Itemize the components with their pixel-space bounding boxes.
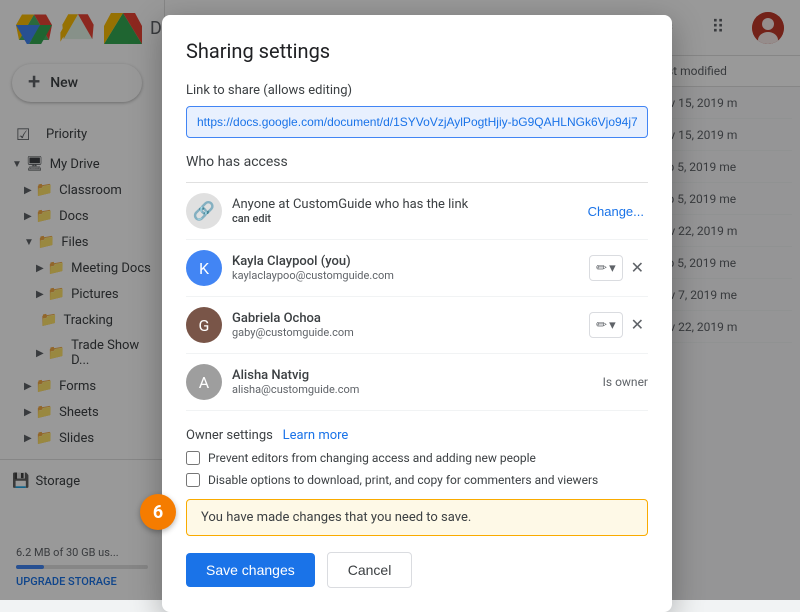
disable-download-label: Disable options to download, print, and …: [208, 473, 598, 487]
gabriela-actions: ✏ ▾ ✕: [589, 311, 648, 339]
gabriela-edit-button[interactable]: ✏ ▾: [589, 312, 622, 338]
checkbox-prevent-editors[interactable]: Prevent editors from changing access and…: [186, 451, 648, 465]
alisha-info: Alisha Natvig alisha@customguide.com: [232, 368, 593, 396]
learn-more-link[interactable]: Learn more: [283, 428, 349, 443]
access-list: 🔗 Anyone at CustomGuide who has the link…: [186, 182, 648, 412]
anyone-link-row: 🔗 Anyone at CustomGuide who has the link…: [186, 183, 648, 240]
user-row-alisha: A Alisha Natvig alisha@customguide.com I…: [186, 354, 648, 411]
pencil-icon: ✏: [596, 260, 607, 276]
change-access-button[interactable]: Change...: [584, 200, 648, 223]
dropdown-arrow: ▾: [609, 260, 616, 276]
cancel-button[interactable]: Cancel: [327, 552, 413, 588]
pencil-icon: ✏: [596, 317, 607, 333]
owner-badge: Is owner: [603, 375, 648, 389]
user-row-gabriela: G Gabriela Ochoa gaby@customguide.com ✏ …: [186, 297, 648, 354]
anyone-name: Anyone at CustomGuide who has the link: [232, 197, 584, 212]
link-label: Link to share (allows editing): [186, 83, 648, 98]
kayla-actions: ✏ ▾ ✕: [589, 254, 648, 282]
owner-settings: Owner settings Learn more: [186, 428, 648, 443]
sharing-settings-modal: Sharing settings Link to share (allows e…: [162, 15, 672, 612]
warning-text: You have made changes that you need to s…: [201, 510, 471, 525]
alisha-avatar: A: [186, 364, 222, 400]
kayla-remove-button[interactable]: ✕: [627, 254, 648, 282]
kayla-avatar: K: [186, 250, 222, 286]
link-icon: 🔗: [186, 193, 222, 229]
save-changes-button[interactable]: Save changes: [186, 553, 315, 587]
dropdown-arrow: ▾: [609, 317, 616, 333]
modal-footer: Save changes Cancel: [186, 552, 648, 588]
gabriela-name: Gabriela Ochoa: [232, 311, 579, 326]
kayla-edit-button[interactable]: ✏ ▾: [589, 255, 622, 281]
modal-title: Sharing settings: [186, 39, 648, 63]
gabriela-remove-button[interactable]: ✕: [627, 311, 648, 339]
kayla-email: kaylaclaypoo@customguide.com: [232, 269, 579, 282]
warning-banner: You have made changes that you need to s…: [186, 499, 648, 536]
kayla-name: Kayla Claypool (you): [232, 254, 579, 269]
alisha-name: Alisha Natvig: [232, 368, 593, 383]
user-row-kayla: K Kayla Claypool (you) kaylaclaypoo@cust…: [186, 240, 648, 297]
anyone-info: Anyone at CustomGuide who has the link c…: [232, 197, 584, 225]
alisha-actions: Is owner: [603, 375, 648, 389]
kayla-info: Kayla Claypool (you) kaylaclaypoo@custom…: [232, 254, 579, 282]
step-badge: 6: [140, 494, 176, 530]
prevent-editors-label: Prevent editors from changing access and…: [208, 451, 536, 465]
alisha-email: alisha@customguide.com: [232, 383, 593, 396]
disable-download-checkbox[interactable]: [186, 473, 200, 487]
prevent-editors-checkbox[interactable]: [186, 451, 200, 465]
gabriela-info: Gabriela Ochoa gaby@customguide.com: [232, 311, 579, 339]
gabriela-avatar: G: [186, 307, 222, 343]
owner-settings-label: Owner settings: [186, 428, 273, 443]
who-access-label: Who has access: [186, 154, 648, 170]
share-link-input[interactable]: [186, 106, 648, 138]
user-row-brian: B Brian Pickle brian@customguide.com ✏ ▾…: [186, 411, 648, 412]
checkbox-disable-download[interactable]: Disable options to download, print, and …: [186, 473, 648, 487]
gabriela-email: gaby@customguide.com: [232, 326, 579, 339]
anyone-permission: can edit: [232, 212, 584, 225]
